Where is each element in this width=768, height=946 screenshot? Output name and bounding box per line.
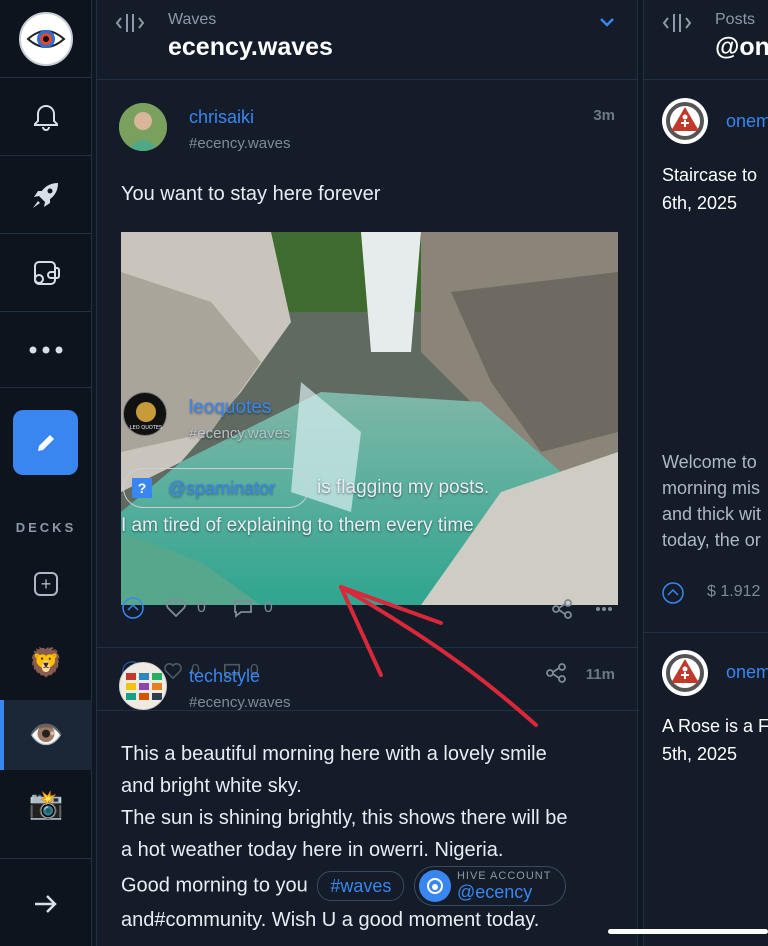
votes-count: 0 xyxy=(197,599,206,616)
posts-column: Posts @on onem Staircase to 6th, 2025 We… xyxy=(643,0,768,946)
add-deck-icon[interactable]: + xyxy=(34,572,58,596)
payout-value: $ 1.912 xyxy=(707,583,761,600)
post-text-line: and#community. Wish U a good moment toda… xyxy=(121,909,540,931)
left-rail: DECKS + 🦁 👁️ 📸 xyxy=(0,0,92,946)
comment-icon[interactable] xyxy=(232,598,254,618)
post-text: You want to stay here forever xyxy=(121,183,381,205)
post-image[interactable]: LEO QUOTES leoquotes #ecency.waves ? @sp… xyxy=(121,232,618,605)
avatar[interactable] xyxy=(119,662,167,710)
collapse-button[interactable] xyxy=(0,858,92,946)
post-excerpt-line: morning mis xyxy=(662,478,761,498)
overlay-mention: @spaminator xyxy=(168,477,276,498)
heart-icon xyxy=(164,663,182,680)
overlay-avatar: LEO QUOTES xyxy=(123,392,167,436)
more-dots-icon xyxy=(29,346,63,353)
overlay-author: leoquotes xyxy=(189,397,272,418)
deck-eye[interactable]: 👁️ xyxy=(0,718,92,751)
post-time: 3m xyxy=(593,107,615,124)
post-text-line: a hot weather today here in owerri. Nige… xyxy=(121,839,504,861)
bell-icon xyxy=(34,104,58,131)
avatar[interactable] xyxy=(119,103,167,151)
posts-column-header: Posts @on xyxy=(644,0,768,80)
logo-cell[interactable] xyxy=(0,0,92,78)
eye-logo-icon[interactable] xyxy=(19,11,73,66)
post-text-line: The sun is shining brightly, this shows … xyxy=(121,807,568,829)
overlay-mention-pill: ? @spaminator xyxy=(123,468,309,508)
post-excerpt-line: today, the or xyxy=(662,530,761,550)
post-text-line-with-tags: Good morning to you #waves HIVE ACCOUNT … xyxy=(121,866,621,906)
column-subtitle: Posts xyxy=(715,11,756,28)
hashtag-pill[interactable]: #waves xyxy=(317,871,405,901)
deck-lion[interactable]: 🦁 xyxy=(0,646,92,679)
hive-logo-icon xyxy=(418,870,451,902)
upvote-icon[interactable] xyxy=(661,581,685,610)
post-community[interactable]: #ecency.waves xyxy=(189,135,290,152)
post-title-line[interactable]: A Rose is a F xyxy=(662,712,768,740)
question-icon: ? xyxy=(132,478,152,498)
avatar[interactable] xyxy=(662,650,708,696)
column-title: @on xyxy=(715,33,768,61)
post-text-line: Good morning to you xyxy=(121,874,308,897)
overlay-community: #ecency.waves xyxy=(189,425,291,442)
post-title-line[interactable]: Staircase to xyxy=(662,161,757,189)
upvote-icon[interactable] xyxy=(121,596,145,620)
post-time: 11m xyxy=(585,666,615,683)
divider xyxy=(644,632,768,633)
svg-text:LEO QUOTES: LEO QUOTES xyxy=(130,425,162,431)
wave-post[interactable]: chrisaiki #ecency.waves 3m You want to s… xyxy=(97,80,637,648)
post-title-line[interactable]: 6th, 2025 xyxy=(662,189,737,217)
avatar[interactable] xyxy=(662,98,708,144)
chevron-down-icon[interactable] xyxy=(599,14,615,32)
post-excerpt-line: and thick wit xyxy=(662,504,762,524)
arrow-right-icon xyxy=(35,894,57,913)
post-text-line: and bright white sky. xyxy=(121,775,302,797)
decks-label: DECKS xyxy=(15,520,77,535)
more-button[interactable] xyxy=(0,312,92,388)
waves-column-header: Waves ecency.waves xyxy=(97,0,637,80)
drag-handle-icon[interactable] xyxy=(662,12,692,39)
discover-button[interactable] xyxy=(0,156,92,234)
overlay-line1: is flagging my posts. xyxy=(317,477,490,498)
share-icon[interactable] xyxy=(551,598,573,620)
pencil-icon xyxy=(37,434,54,451)
wallet-icon xyxy=(34,260,60,285)
post-actions: 0 0 xyxy=(121,596,273,620)
rocket-icon xyxy=(33,182,58,208)
post-title-line[interactable]: 5th, 2025 xyxy=(662,740,737,768)
wallet-button[interactable] xyxy=(0,234,92,312)
home-indicator xyxy=(608,929,768,934)
heart-icon[interactable] xyxy=(165,598,187,618)
drag-handle-icon[interactable] xyxy=(115,12,145,39)
waves-column: Waves ecency.waves chrisaiki #ecency.wav… xyxy=(96,0,639,946)
comments-count: 0 xyxy=(263,599,273,616)
post-author[interactable]: chrisaiki xyxy=(189,107,254,128)
compose-button[interactable] xyxy=(13,410,78,475)
column-title: ecency.waves xyxy=(168,33,333,61)
deck-camera[interactable]: 📸 xyxy=(0,788,92,821)
column-subtitle: Waves xyxy=(168,11,217,28)
post-author[interactable]: onem xyxy=(726,662,768,683)
hive-account-name: @ecency xyxy=(456,882,533,902)
more-horizontal-icon[interactable] xyxy=(595,606,613,612)
hive-account-pill[interactable]: HIVE ACCOUNT @ecency xyxy=(413,866,567,906)
post-excerpt-line: Welcome to xyxy=(662,452,757,472)
post-actions-right xyxy=(551,598,613,620)
post-text-line: This a beautiful morning here with a lov… xyxy=(121,743,547,765)
post-text: This a beautiful morning here with a lov… xyxy=(121,738,621,936)
hive-account-label: HIVE ACCOUNT xyxy=(456,870,552,882)
overlay-line2: I am tired of explaining to them every t… xyxy=(121,515,474,536)
post-author[interactable]: onem xyxy=(726,111,768,132)
annotation-arrow xyxy=(339,585,538,727)
post-author[interactable]: techstyle xyxy=(189,666,260,687)
post-community[interactable]: #ecency.waves xyxy=(189,694,290,711)
notifications-button[interactable] xyxy=(0,78,92,156)
